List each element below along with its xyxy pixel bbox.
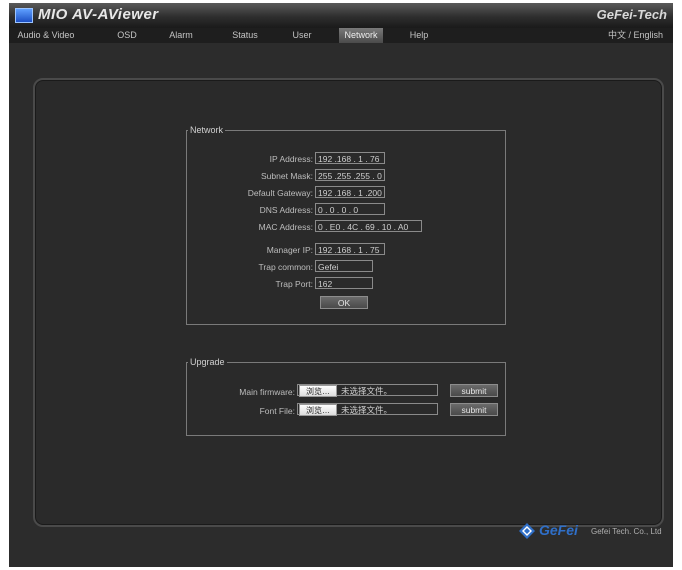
- gefei-logo-icon: [519, 523, 535, 539]
- menu-osd[interactable]: OSD: [107, 28, 147, 43]
- dns-field[interactable]: 0 . 0 . 0 . 0: [315, 203, 385, 215]
- trap-port-field[interactable]: 162: [315, 277, 373, 289]
- menu-status[interactable]: Status: [225, 28, 265, 43]
- subnet-mask-label: Subnet Mask:: [261, 171, 313, 181]
- brand-logo: GeFei-Tech: [596, 7, 667, 22]
- app-logo-icon: [15, 8, 33, 23]
- trap-common-field[interactable]: Gefei: [315, 260, 373, 272]
- mac-address-label: MAC Address:: [258, 222, 313, 232]
- ip-address-field[interactable]: 192 .168 . 1 . 76: [315, 152, 385, 164]
- font-file-submit-button[interactable]: submit: [450, 403, 498, 416]
- gateway-field[interactable]: 192 .168 . 1 .200: [315, 186, 385, 198]
- menu-help[interactable]: Help: [401, 28, 437, 43]
- footer-company: Gefei Tech. Co., Ltd: [591, 527, 662, 536]
- footer-brand: GeFei: [539, 522, 578, 538]
- dns-label: DNS Address:: [259, 205, 313, 215]
- font-file-status: 未选择文件。: [341, 405, 393, 415]
- menu-alarm[interactable]: Alarm: [161, 28, 201, 43]
- trap-port-label: Trap Port:: [275, 279, 313, 289]
- language-switch[interactable]: 中文 / English: [608, 28, 663, 43]
- font-file-browse-button[interactable]: 浏览…: [299, 404, 337, 416]
- main-firmware-submit-button[interactable]: submit: [450, 384, 498, 397]
- mac-address-field[interactable]: 0 . E0 . 4C . 69 . 10 . A0: [315, 220, 422, 232]
- network-group: Network IP Address: 192 .168 . 1 . 76 Su…: [186, 125, 506, 325]
- main-firmware-browse-button[interactable]: 浏览…: [299, 385, 337, 397]
- menu-user[interactable]: User: [282, 28, 322, 43]
- manager-ip-field[interactable]: 192 .168 . 1 . 75: [315, 243, 385, 255]
- menu-audio-video[interactable]: Audio & Video: [11, 28, 81, 43]
- font-file-label: Font File:: [259, 406, 295, 416]
- main-firmware-file-status: 未选择文件。: [341, 386, 393, 396]
- content-panel: Network IP Address: 192 .168 . 1 . 76 Su…: [33, 78, 664, 527]
- title-bar: MIO AV-AViewer GeFei-Tech: [9, 3, 673, 28]
- trap-common-label: Trap common:: [258, 262, 313, 272]
- font-file-input[interactable]: 浏览… 未选择文件。: [297, 403, 438, 416]
- main-firmware-label: Main firmware:: [239, 387, 295, 397]
- ok-button[interactable]: OK: [320, 296, 368, 309]
- menu-bar: Audio & Video OSD Alarm Status User Netw…: [9, 28, 673, 43]
- subnet-mask-field[interactable]: 255 .255 .255 . 0: [315, 169, 385, 181]
- app-window: MIO AV-AViewer GeFei-Tech Audio & Video …: [9, 3, 673, 567]
- ip-address-label: IP Address:: [269, 154, 313, 164]
- main-firmware-file-input[interactable]: 浏览… 未选择文件。: [297, 384, 438, 397]
- upgrade-group: Upgrade Main firmware: 浏览… 未选择文件。 submit…: [186, 357, 506, 436]
- manager-ip-label: Manager IP:: [266, 245, 313, 255]
- gateway-label: Default Gateway:: [247, 188, 313, 198]
- network-group-title: Network: [188, 125, 226, 136]
- menu-network[interactable]: Network: [339, 28, 383, 43]
- upgrade-group-title: Upgrade: [188, 357, 227, 368]
- app-title: MIO AV-AViewer: [38, 6, 159, 23]
